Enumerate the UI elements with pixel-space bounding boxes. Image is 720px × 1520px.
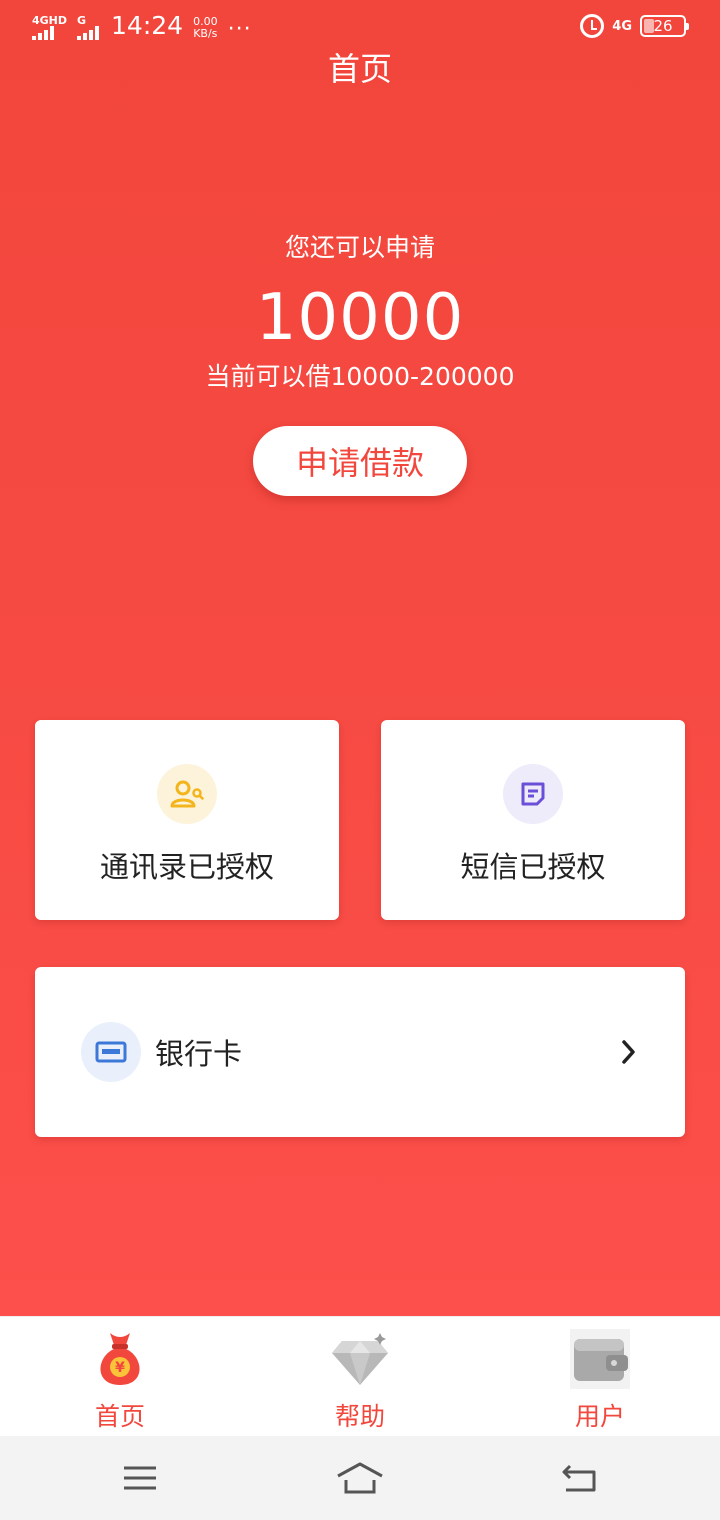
tab-help[interactable]: 帮助 [300,1327,420,1433]
credit-subtitle: 您还可以申请 [284,233,435,262]
system-nav-bar [0,1436,720,1520]
tab-user[interactable]: 用户 [540,1327,660,1433]
network-type: 4G [612,18,632,34]
sim2-signal: G [77,14,100,40]
wallet-icon [570,1329,630,1389]
bank-card-row[interactable]: 银行卡 [35,967,685,1137]
alarm-icon [580,14,605,38]
tab-home[interactable]: ¥ 首页 [60,1327,180,1433]
sms-auth-card[interactable]: 短信已授权 [381,720,685,920]
main-screen: 4GHD G 14:24 0.00 KB/s ··· 4G 26 首页 您还可以… [0,0,720,1316]
signal-bars-icon [77,26,100,40]
money-bag-icon: ¥ [100,1333,140,1385]
sim1-label: 4GHD [32,14,68,27]
back-nav-icon[interactable] [560,1458,600,1498]
page-title: 首页 [327,50,392,88]
tab-home-label: 首页 [94,1402,145,1431]
contacts-icon [157,764,217,824]
status-left: 4GHD G 14:24 0.00 KB/s ··· [32,11,252,42]
sim2-label: G [77,14,87,27]
chevron-right-icon [622,1040,635,1064]
sms-icon [503,764,563,824]
credit-summary: 您还可以申请 10000 当前可以借10000-200000 [0,230,720,394]
contacts-auth-card[interactable]: 通讯录已授权 [35,720,339,920]
credit-range: 当前可以借10000-200000 [205,362,515,391]
more-notifications-icon: ··· [227,17,252,42]
network-speed: 0.00 KB/s [193,16,218,40]
clock: 14:24 [111,11,184,40]
apply-loan-button[interactable]: 申请借款 [253,426,467,496]
home-nav-icon[interactable] [336,1458,384,1498]
menu-icon[interactable] [120,1458,160,1498]
sms-auth-label: 短信已授权 [460,850,606,884]
sim1-signal: 4GHD [32,15,67,40]
bank-card-icon [81,1022,141,1082]
contacts-auth-label: 通讯录已授权 [99,850,274,884]
credit-amount: 10000 [255,281,465,355]
speed-unit: KB/s [193,27,218,40]
diamond-icon [332,1333,388,1385]
bank-card-label: 银行卡 [155,1037,243,1071]
svg-text:¥: ¥ [115,1360,125,1376]
tab-help-label: 帮助 [334,1402,385,1431]
status-right: 4G 26 [580,14,689,38]
bottom-tab-bar: ¥ 首页 帮助 用户 [0,1316,720,1436]
tab-user-label: 用户 [574,1402,625,1431]
battery-level: 26 [653,17,673,35]
signal-bars-icon [32,26,54,40]
battery-icon: 26 [640,15,689,37]
